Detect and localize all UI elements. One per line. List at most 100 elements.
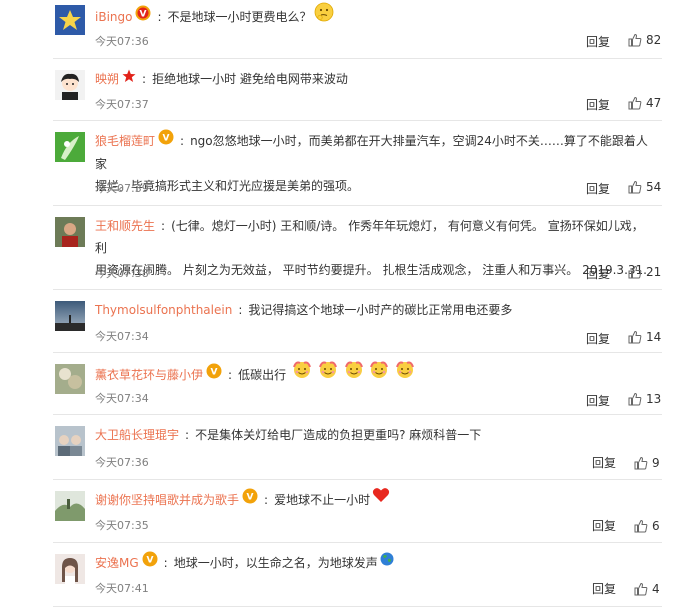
reply-button[interactable]: 回复: [592, 454, 616, 471]
vip-badge-icon: V: [206, 363, 222, 386]
comment-body: 谢谢你坚持唱歌并成为歌手 V: 爱地球不止一小时: [95, 487, 658, 512]
comment-time: 今天07:38: [95, 267, 149, 280]
avatar[interactable]: [55, 301, 85, 331]
red-heart-emoji: [372, 487, 390, 510]
vip-badge-icon: V: [242, 488, 258, 511]
thumbs-up-icon: [628, 96, 642, 113]
comment-text: 不是集体关灯给电厂造成的负担更重吗? 麻烦科普一下: [195, 428, 482, 442]
divider: [53, 479, 662, 480]
like-count: 6: [652, 519, 660, 533]
svg-text:V: V: [163, 134, 170, 144]
avatar[interactable]: [55, 426, 85, 456]
like-count: 82: [646, 33, 662, 47]
username-link[interactable]: 映朔: [95, 72, 119, 86]
comment-text: ngo忽悠地球一小时，而美弟都在开大排量汽车，空调24小时不关……算了不能跟着人…: [95, 134, 648, 171]
username-link[interactable]: Thymolsulfonphthalein: [95, 303, 232, 317]
avatar[interactable]: [55, 364, 85, 394]
star-badge-icon: [122, 68, 136, 90]
comment-body: Thymolsulfonphthalein: 我记得搞这个地球一小时产的碳比正常用…: [95, 303, 513, 317]
comment-text: 拒绝地球一小时 避免给电网带来波动: [152, 72, 348, 86]
divider: [53, 289, 662, 290]
svg-text:V: V: [146, 556, 153, 566]
thumbs-up-icon: [628, 33, 642, 50]
thumbs-up-icon: [628, 392, 642, 409]
comment-time: 今天07:34: [95, 392, 149, 405]
comment-body: iBingo V: 不是地球一小时更费电么？: [95, 2, 658, 31]
reply-button[interactable]: 回复: [586, 180, 610, 197]
reply-button[interactable]: 回复: [592, 517, 616, 534]
comment-text-continued: 用资源在闹腾。 片刻之为无效益， 平时节约要提升。 扎根生活成观念， 注重人和万…: [95, 263, 647, 277]
comment-text-continued: 摆烂。毕竟搞形式主义和灯光应援是美弟的强项。: [95, 179, 360, 193]
divider: [53, 542, 662, 543]
reply-button[interactable]: 回复: [586, 392, 610, 409]
reply-button[interactable]: 回复: [586, 330, 610, 347]
comment-time: 今天07:36: [95, 35, 149, 48]
smile-emoji: [395, 360, 415, 387]
comment-body: 安逸MG V: 地球一小时，以生命之名，为地球发声: [95, 551, 658, 575]
username-link[interactable]: 薰衣草花环与藤小伊: [95, 368, 203, 382]
svg-text:V: V: [140, 10, 147, 20]
username-link[interactable]: 谢谢你坚持唱歌并成为歌手: [95, 493, 239, 507]
username-link[interactable]: 王和顺先生: [95, 219, 155, 233]
like-count: 13: [646, 392, 662, 406]
divider: [53, 352, 662, 353]
divider: [53, 120, 662, 121]
reply-button[interactable]: 回复: [586, 33, 610, 50]
reply-button[interactable]: 回复: [586, 96, 610, 113]
comment-body: 薰衣草花环与藤小伊 V: 低碳出行: [95, 360, 658, 389]
comment-time: 今天07:41: [95, 582, 149, 595]
thumbs-up-icon: [634, 582, 648, 599]
earth-globe-emoji: [380, 551, 394, 573]
comment-time: 今天07:39: [95, 182, 149, 195]
svg-text:V: V: [247, 493, 254, 503]
avatar[interactable]: [55, 132, 85, 162]
avatar[interactable]: [55, 554, 85, 584]
comment-text: 不是地球一小时更费电么？: [167, 10, 312, 24]
comment-text: 爱地球不止一小时: [274, 493, 371, 507]
smile-emoji: [318, 360, 338, 387]
comment-time: 今天07:35: [95, 519, 149, 532]
like-count: 54: [646, 180, 662, 194]
comment-text: 我记得搞这个地球一小时产的碳比正常用电还要多: [248, 303, 513, 317]
thumbs-up-icon: [634, 519, 648, 536]
like-count: 4: [652, 582, 660, 596]
comment-body: 映朔: 拒绝地球一小时 避免给电网带来波动: [95, 68, 658, 91]
comment-text: 低碳出行: [238, 368, 287, 382]
like-count: 21: [646, 265, 662, 279]
thumbs-up-icon: [628, 330, 642, 347]
username-link[interactable]: 大卫船长理琨宇: [95, 428, 179, 442]
comment-body: 狼毛榴莲町 V: ngo忽悠地球一小时，而美弟都在开大排量汽车，空调24小时不关………: [95, 129, 658, 197]
avatar[interactable]: [55, 70, 85, 100]
vip-badge-icon: V: [158, 129, 174, 152]
smile-emoji: [369, 360, 389, 387]
smile-emoji: [292, 360, 312, 387]
vip-badge-icon: V: [135, 5, 151, 28]
like-count: 47: [646, 96, 662, 110]
reply-button[interactable]: 回复: [592, 580, 616, 597]
comment-time: 今天07:37: [95, 98, 149, 111]
comment-body: 王和顺先生: (七律。熄灯一小时) 王和顺/诗。 作秀年年玩熄灯， 有何意义有何凭…: [95, 215, 658, 281]
divider: [53, 205, 662, 206]
thinking-face-emoji: [314, 2, 334, 29]
avatar[interactable]: [55, 217, 85, 247]
smile-emoji: [344, 360, 364, 387]
avatar[interactable]: [55, 491, 85, 521]
comment-time: 今天07:34: [95, 330, 149, 343]
thumbs-up-icon: [634, 456, 648, 473]
username-link[interactable]: iBingo: [95, 10, 132, 24]
username-link[interactable]: 安逸MG: [95, 556, 139, 570]
thumbs-up-icon: [628, 265, 642, 282]
like-count: 9: [652, 456, 660, 470]
divider: [53, 58, 662, 59]
username-link[interactable]: 狼毛榴莲町: [95, 134, 155, 148]
divider: [53, 414, 662, 415]
comment-body: 大卫船长理琨宇: 不是集体关灯给电厂造成的负担更重吗? 麻烦科普一下: [95, 428, 482, 442]
avatar[interactable]: [55, 5, 85, 35]
divider: [53, 606, 662, 607]
comment-time: 今天07:36: [95, 456, 149, 469]
svg-text:V: V: [211, 368, 218, 378]
vip-badge-icon: V: [142, 551, 158, 574]
comment-text: (七律。熄灯一小时) 王和顺/诗。 作秀年年玩熄灯， 有何意义有何凭。 宣扬环保…: [95, 219, 644, 255]
comment-text: 地球一小时，以生命之名，为地球发声: [173, 556, 378, 570]
reply-button[interactable]: 回复: [586, 265, 610, 282]
